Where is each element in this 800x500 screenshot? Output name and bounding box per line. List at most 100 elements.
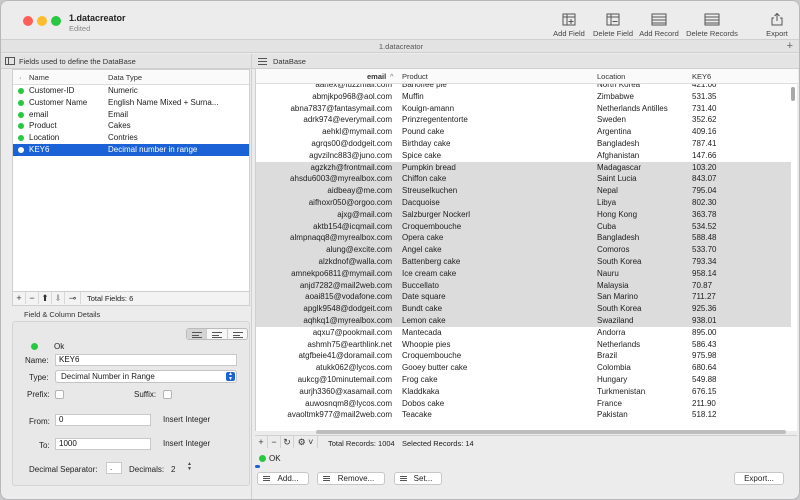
cell-key6: 534.52 [692, 221, 717, 231]
field-type: Cakes [108, 121, 131, 131]
name-field[interactable]: KEY6 [55, 354, 237, 366]
insert-integer-from-button[interactable]: Insert Integer [163, 415, 210, 424]
cell-location: Saint Lucia [597, 174, 637, 184]
table-row[interactable]: ashmh75@earthlink.net Whoopie pies Netherl… [256, 339, 791, 351]
cell-location: Libya [597, 197, 617, 207]
table-row[interactable]: abmjkpo968@aol.com Muffin Zimbabwe 531.35 [256, 91, 791, 103]
col-header-key6[interactable]: KEY6 [692, 72, 711, 81]
table-row[interactable]: agrqs00@dodgeit.com Birthday cake Banglade… [256, 138, 791, 150]
table-row[interactable]: agzkzh@frontmail.com Pumpkin bread Madagas… [256, 161, 791, 174]
zoom-window-button[interactable] [51, 16, 61, 26]
add-record-small-button[interactable]: + [255, 436, 268, 448]
align-right-button[interactable] [228, 329, 247, 339]
cell-email: agvzilnc883@juno.com [309, 150, 392, 160]
fields-section-header: Fields used to define the DataBase [1, 54, 251, 69]
table-row[interactable]: ahsdu6003@myrealbox.com Chiffon cake Saint… [256, 173, 791, 186]
cell-location: Hungary [597, 374, 628, 384]
type-select[interactable]: Decimal Number in Range ▲ ▼ [55, 370, 237, 383]
table-row[interactable]: amnekpo6811@mymail.com Ice cream cake Naur… [256, 267, 791, 280]
table-row[interactable]: almpnaqq8@myrealbox.com Opera cake Banglad… [256, 232, 791, 245]
table-row[interactable]: aqhkq1@myrealbox.com Lemon cake Swaziland 9… [256, 314, 791, 327]
field-row[interactable]: Product Cakes [13, 120, 249, 132]
table-row[interactable]: alung@excite.com Angel cake Comoros 533.70 [256, 244, 791, 256]
table-row[interactable]: avaoltmk977@mail2web.com Teacake Pakistan 5… [256, 409, 791, 421]
field-row[interactable]: KEY6 Decimal number in range [13, 143, 249, 156]
cell-location: Argentina [597, 127, 632, 137]
table-row[interactable]: aehkl@mymail.com Pound cake Argentina 409.1… [256, 126, 791, 138]
align-left-button[interactable] [187, 329, 208, 339]
add-record-button[interactable]: Add Record [639, 13, 679, 41]
sidebar-toggle-icon[interactable] [5, 57, 15, 65]
table-row[interactable]: aoai815@vodafone.com Date square San Marin… [256, 291, 791, 304]
close-window-button[interactable] [23, 16, 33, 26]
table-row[interactable]: apglk9548@dodgeit.com Bundt cake South Kor… [256, 303, 791, 315]
remove-record-small-button[interactable]: − [268, 436, 281, 448]
move-down-button[interactable]: ⬇ [52, 292, 65, 304]
table-row[interactable]: aktb154@icqmail.com Croquembouche Cuba 534.… [256, 220, 791, 233]
table-row[interactable]: aurjh3360@xasamail.com Kladdkaka Turkmenis… [256, 386, 791, 398]
add-field-button[interactable]: Add Field [552, 13, 586, 41]
table-row[interactable]: anjd7282@mail2web.com Buccellato Malaysia 7… [256, 279, 791, 292]
horizontal-scrollbar[interactable] [256, 429, 798, 434]
table-row[interactable]: aifhoxr050@orgoo.com Dacquoise Libya 802.30 [256, 196, 791, 209]
col-header-email[interactable]: email [367, 72, 386, 81]
col-header-product[interactable]: Product [402, 72, 428, 81]
delete-records-button[interactable]: Delete Records [686, 13, 738, 41]
decimals-value: 2 [171, 465, 176, 474]
cell-key6: 549.88 [692, 374, 717, 384]
decimal-separator-field[interactable]: . [106, 462, 122, 474]
vertical-scrollbar[interactable] [791, 87, 795, 101]
cell-email: almpnaqq8@myrealbox.com [290, 233, 392, 243]
field-row[interactable]: email Email [13, 109, 249, 121]
add-field-small-button[interactable]: + [13, 292, 26, 304]
table-row[interactable]: aanex@fuzzmail.com Banoffee pie North Kore… [256, 84, 791, 91]
table-row[interactable]: alzkdnof@walla.com Battenberg cake South K… [256, 255, 791, 268]
cell-location: San Marino [597, 292, 638, 302]
move-up-button[interactable]: ⬆ [39, 292, 52, 304]
table-row[interactable]: auwosnqm8@lycos.com Dobos cake France 211.9… [256, 398, 791, 410]
table-row[interactable]: aidbeay@me.com Streuselkuchen Nepal 795.04 [256, 185, 791, 197]
to-field[interactable]: 1000 [55, 438, 151, 450]
add-button[interactable]: Add... [257, 472, 309, 485]
fields-section-title: Fields used to define the DataBase [19, 57, 136, 66]
table-row[interactable]: abna7837@fantasymail.com Kouign-amann Neth… [256, 103, 791, 115]
refresh-icon[interactable]: ↻ [281, 436, 294, 448]
minimize-window-button[interactable] [37, 16, 47, 26]
insert-integer-to-button[interactable]: Insert Integer [163, 439, 210, 448]
decimals-stepper[interactable]: ▲ ▼ [186, 462, 193, 473]
delete-field-button[interactable]: Delete Field [592, 13, 634, 41]
delete-field-label: Delete Field [592, 29, 634, 38]
col-header-type[interactable]: Data Type [108, 73, 142, 82]
alignment-control[interactable] [186, 328, 248, 340]
field-row[interactable]: Customer-ID Numeric [13, 85, 249, 97]
table-row[interactable]: aqxu7@pookmail.com Mantecada Andorra 895.00 [256, 327, 791, 339]
prefix-checkbox[interactable] [55, 390, 64, 399]
export-records-button[interactable]: Export... [734, 472, 784, 485]
table-row[interactable]: agvzilnc883@juno.com Spice cake Afghanista… [256, 150, 791, 162]
table-row[interactable]: ajxg@mail.com Salzburger Nockerl Hong Kong… [256, 208, 791, 221]
cell-key6: 531.35 [692, 91, 717, 101]
field-row[interactable]: Customer Name English Name Mixed + Surna.… [13, 97, 249, 109]
cell-email: adrk974@everymail.com [303, 115, 392, 125]
set-button[interactable]: Set... [394, 472, 442, 485]
table-row[interactable]: atukk062@lycos.com Gooey butter cake Colom… [256, 362, 791, 374]
set-button-label: Set... [413, 474, 433, 483]
remove-button[interactable]: Remove... [317, 472, 385, 485]
tab-title[interactable]: 1.datacreator [1, 42, 799, 51]
table-row[interactable]: adrk974@everymail.com Prinzregententorte S… [256, 114, 791, 126]
details-title-text: Field & Column Details [24, 310, 101, 319]
key-icon[interactable]: ⊸ [65, 292, 81, 304]
table-row[interactable]: aukcg@10minutemail.com Frog cake Hungary 54… [256, 374, 791, 386]
col-header-name[interactable]: Name [29, 73, 49, 82]
align-center-button[interactable] [207, 329, 228, 339]
suffix-checkbox[interactable] [163, 390, 172, 399]
field-row[interactable]: Location Contries [13, 132, 249, 144]
col-header-location[interactable]: Location [597, 72, 625, 81]
export-button[interactable]: Export [763, 13, 791, 41]
from-field[interactable]: 0 [55, 414, 151, 426]
table-row[interactable]: atgfbeie41@doramail.com Croquembouche Braz… [256, 350, 791, 362]
new-tab-button[interactable]: + [787, 40, 793, 53]
split-divider[interactable] [251, 54, 252, 499]
remove-field-small-button[interactable]: − [26, 292, 39, 304]
gear-menu-button[interactable]: ⚙ ˅ [294, 436, 318, 448]
